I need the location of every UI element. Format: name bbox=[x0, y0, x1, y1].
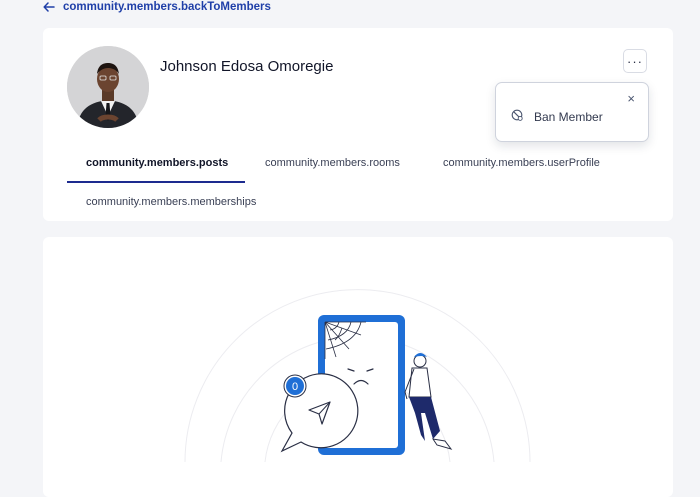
arrow-left-icon bbox=[43, 2, 55, 12]
ban-member-label: Ban Member bbox=[534, 109, 603, 124]
tab-rooms[interactable]: community.members.rooms bbox=[265, 157, 400, 169]
avatar bbox=[67, 46, 149, 128]
empty-state-illustration: 0 bbox=[184, 289, 531, 463]
back-to-members-link[interactable]: community.members.backToMembers bbox=[43, 0, 271, 14]
close-icon[interactable]: × bbox=[627, 91, 635, 106]
member-actions-menu: × Ban Member bbox=[495, 82, 649, 142]
tab-user-profile[interactable]: community.members.userProfile bbox=[443, 157, 600, 169]
more-options-button[interactable]: ··· bbox=[623, 49, 647, 73]
notification-badge-count: 0 bbox=[292, 381, 298, 393]
more-horizontal-icon: ··· bbox=[627, 53, 643, 69]
ban-icon bbox=[511, 109, 523, 124]
member-name: Johnson Edosa Omoregie bbox=[160, 58, 334, 75]
posts-content-card: 0 bbox=[43, 237, 673, 497]
tab-posts[interactable]: community.members.posts bbox=[86, 157, 228, 169]
active-tab-indicator bbox=[67, 181, 245, 183]
back-link-label: community.members.backToMembers bbox=[63, 1, 271, 13]
tab-memberships[interactable]: community.members.memberships bbox=[86, 196, 256, 208]
ban-member-menu-item[interactable]: Ban Member bbox=[511, 109, 603, 124]
